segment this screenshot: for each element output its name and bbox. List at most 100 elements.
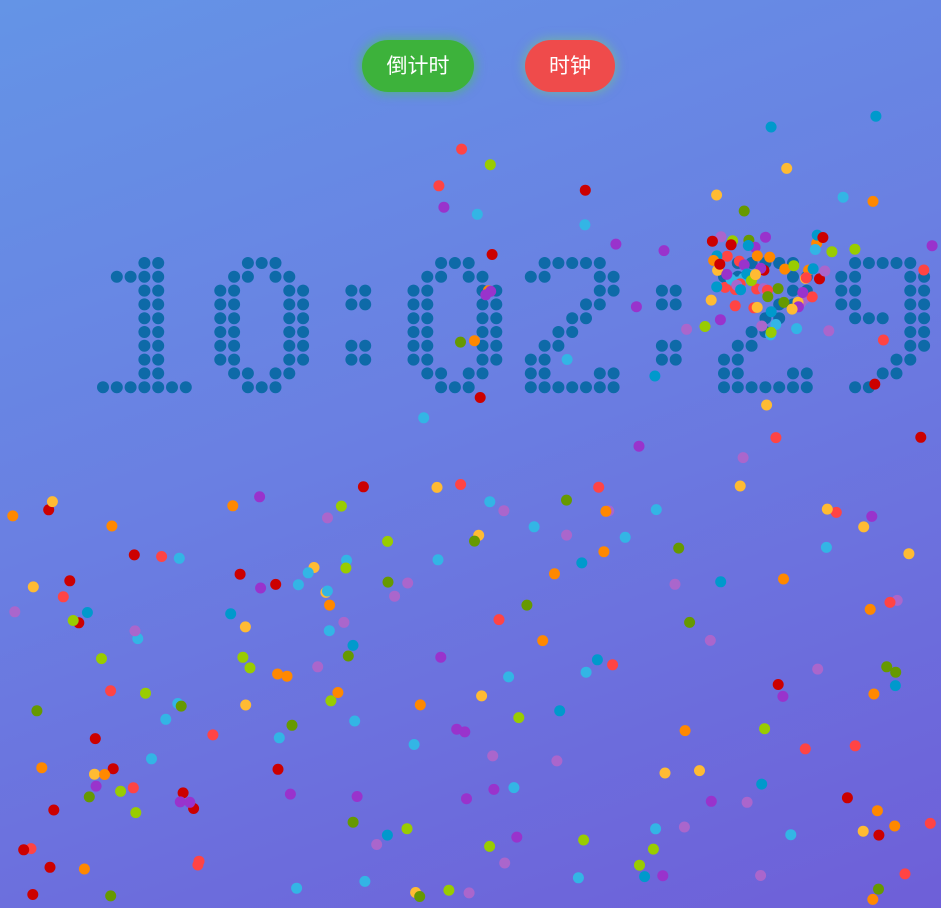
confetti-ball — [9, 606, 21, 618]
clock-dot — [97, 381, 109, 394]
confetti-ball — [227, 500, 239, 512]
clock-dot — [904, 257, 917, 269]
confetti-ball — [312, 661, 324, 673]
clock-dot — [800, 367, 813, 380]
confetti-ball — [89, 768, 100, 780]
clock-dot — [655, 298, 668, 311]
clock-dot — [421, 367, 434, 380]
confetti-ball — [127, 782, 139, 794]
confetti-ball — [469, 535, 480, 547]
clock-dot — [835, 270, 848, 283]
confetti-ball — [924, 817, 936, 829]
confetti-ball — [476, 690, 488, 702]
clock-dot — [241, 257, 254, 269]
confetti-ball — [806, 291, 818, 303]
confetti-ball — [408, 739, 420, 750]
confetti-ball — [146, 753, 157, 765]
confetti-ball — [551, 755, 563, 767]
confetti-ball — [737, 452, 749, 464]
confetti-ball — [659, 767, 671, 779]
confetti-ball — [486, 249, 498, 260]
confetti-ball — [160, 713, 172, 725]
clock-dot — [359, 298, 372, 311]
confetti-ball — [778, 573, 789, 585]
confetti-ball — [755, 870, 767, 881]
clock-dot — [283, 353, 296, 366]
confetti-ball — [867, 893, 879, 905]
confetti-ball — [870, 110, 882, 122]
confetti-ball — [756, 778, 768, 790]
confetti-ball — [858, 521, 870, 533]
confetti-ball — [785, 829, 797, 841]
confetti-ball — [130, 807, 142, 819]
confetti-ball — [841, 792, 853, 804]
clock-dot — [904, 339, 917, 352]
confetti-ball — [272, 763, 284, 775]
confetti-ball — [867, 195, 879, 207]
clock-dot — [849, 257, 862, 269]
clock-dot — [862, 257, 875, 269]
confetti-ball — [474, 392, 486, 403]
confetti-ball — [347, 816, 359, 828]
clock-dot — [228, 326, 241, 338]
confetti-ball — [772, 283, 784, 295]
confetti-ball — [44, 861, 56, 873]
clock-dot — [655, 284, 668, 297]
confetti-ball — [610, 238, 622, 250]
confetti-ball — [915, 431, 927, 443]
clock-dot — [490, 326, 503, 338]
confetti-ball — [455, 479, 467, 490]
confetti-ball — [750, 269, 761, 281]
confetti-ball — [443, 884, 455, 896]
confetti-ball — [192, 859, 204, 871]
clock-dot — [745, 339, 758, 352]
confetti-ball — [174, 796, 186, 808]
clock-dot — [152, 326, 165, 338]
confetti-ball — [657, 870, 669, 882]
clock-dot — [669, 284, 682, 297]
clock-dot — [538, 353, 551, 366]
confetti-ball — [797, 287, 809, 298]
confetti-ball — [18, 844, 30, 856]
confetti-ball — [381, 829, 393, 841]
confetti-ball — [926, 240, 938, 252]
clock-dot — [228, 284, 241, 297]
clock-dot — [849, 284, 862, 297]
clock-dot — [787, 284, 799, 297]
confetti-ball — [27, 581, 39, 593]
clock-dot — [607, 381, 620, 394]
clock-dot — [655, 339, 668, 352]
confetti-ball — [751, 250, 763, 262]
confetti-ball — [484, 496, 496, 508]
clock-dot — [552, 326, 565, 338]
clock-dot — [669, 353, 682, 366]
confetti-ball — [762, 291, 774, 303]
clock-dot — [904, 284, 917, 297]
confetti-ball — [140, 687, 151, 699]
confetti-ball — [254, 491, 266, 503]
confetti-ball — [576, 557, 588, 569]
clock-dot — [228, 298, 241, 311]
clock-dot — [152, 381, 165, 394]
clock-dot — [890, 257, 903, 269]
confetti-ball — [291, 882, 303, 894]
clock-dot — [255, 381, 268, 394]
confetti-ball — [681, 323, 693, 335]
clock-dot — [476, 312, 489, 325]
confetti-ball — [156, 551, 168, 562]
confetti-ball — [704, 634, 716, 646]
confetti-ball — [433, 180, 445, 192]
clock-dot — [593, 298, 606, 311]
clock-dot — [904, 312, 917, 325]
confetti-ball — [647, 843, 659, 855]
clock-dot — [269, 257, 282, 269]
clock-dot — [918, 284, 931, 297]
clock-dot — [538, 339, 551, 352]
clock-dot — [228, 353, 241, 366]
clock-dot — [918, 298, 931, 311]
confetti-ball — [873, 883, 884, 895]
confetti-ball — [572, 872, 584, 884]
clock-dot — [476, 326, 489, 338]
confetti-ball — [579, 219, 591, 231]
confetti-ball — [414, 891, 426, 902]
